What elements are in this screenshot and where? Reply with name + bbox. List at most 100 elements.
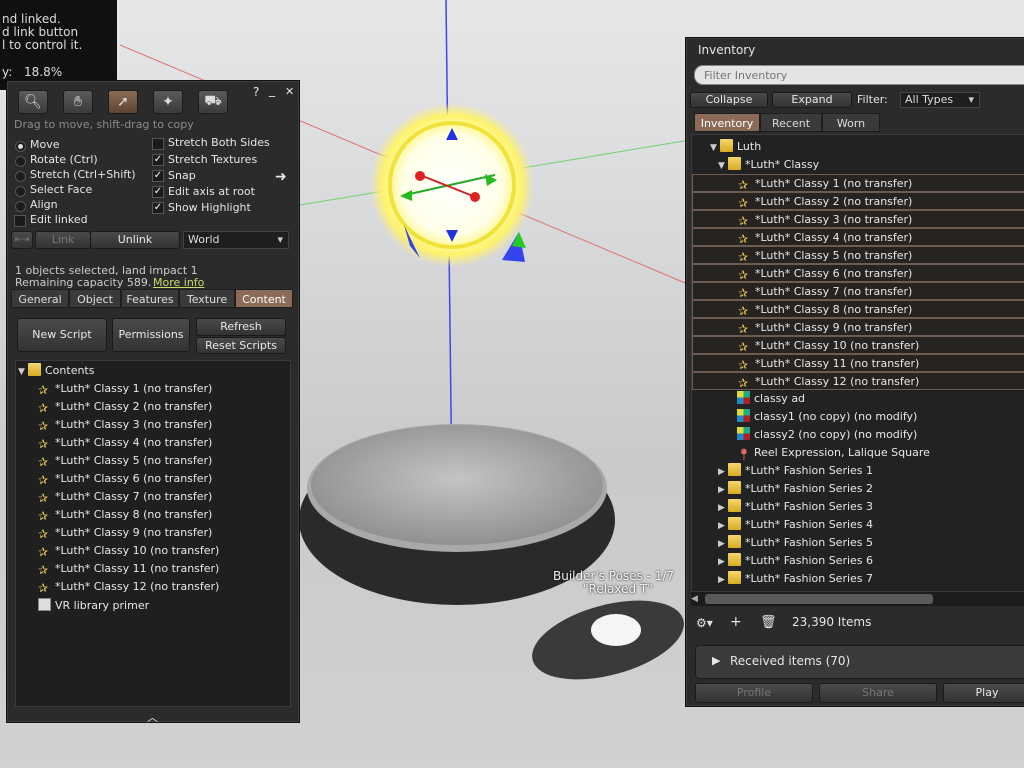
inventory-item[interactable]: ✰ *Luth* Classy 5 (no transfer) (692, 246, 1024, 264)
expand-arrow-icon[interactable]: ▶ (712, 654, 720, 667)
share-button[interactable]: Share (819, 683, 937, 703)
trash-icon[interactable]: 🗑︎ (760, 615, 777, 630)
inventory-item[interactable]: ✰ *Luth* Classy 11 (no transfer) (692, 354, 1024, 372)
show-highlight-checkbox[interactable]: ✓ (152, 202, 164, 214)
expand-arrow-icon[interactable]: ▶ (718, 553, 728, 571)
list-item[interactable]: ✰ *Luth* Classy 6 (no transfer) (38, 470, 212, 488)
add-icon[interactable]: + (730, 614, 742, 630)
scroll-left-icon[interactable]: ◀ (691, 592, 698, 606)
tab-features[interactable]: Features (121, 289, 179, 308)
inventory-item[interactable]: classy2 (no copy) (no modify) (737, 426, 917, 444)
expand-up-icon[interactable]: ︿ (147, 709, 158, 725)
minimize-button[interactable]: _ (269, 83, 275, 97)
contents-list[interactable]: ▼ Contents ✰ *Luth* Classy 1 (no transfer)… (15, 360, 291, 707)
stretch-textures-checkbox[interactable]: ✓ (152, 154, 164, 166)
folder-row[interactable]: ▶ *Luth* Fashion Series 7 (718, 570, 873, 588)
folder-luth-row[interactable]: ▼ Luth (710, 138, 761, 156)
inventory-item[interactable]: ✰ *Luth* Classy 10 (no transfer) (692, 336, 1024, 354)
folder-classy-row[interactable]: ▼ *Luth* Classy (718, 156, 819, 174)
expand-arrow-icon[interactable]: ▶ (718, 481, 728, 499)
expand-arrow-icon[interactable]: ▶ (718, 517, 728, 535)
folder-row[interactable]: ▶ *Luth* Fashion Series 3 (718, 498, 873, 516)
collapse-arrow-icon[interactable]: ▼ (710, 139, 720, 157)
close-button[interactable]: ✕ (285, 85, 294, 98)
radio-align[interactable] (15, 201, 26, 212)
edit-axis-checkbox[interactable]: ✓ (152, 186, 164, 198)
radio-move[interactable] (15, 141, 26, 152)
folder-row[interactable]: ▶ *Luth* Fashion Series 6 (718, 552, 873, 570)
expand-arrow-icon[interactable]: ▶ (718, 535, 728, 553)
unlink-button[interactable]: Unlink (90, 231, 180, 249)
expand-arrow-icon[interactable]: ▶ (718, 571, 728, 589)
focus-tool-button[interactable]: 🔍︎ (18, 90, 48, 114)
folder-row[interactable]: ▶ *Luth* Fashion Series 5 (718, 534, 873, 552)
inventory-item[interactable]: ✰ *Luth* Classy 8 (no transfer) (692, 300, 1024, 318)
collapse-arrow-icon[interactable]: ▼ (18, 363, 28, 381)
radio-stretch[interactable] (15, 171, 26, 182)
received-items-accordion[interactable]: ▶ Received items (70) (695, 645, 1024, 679)
tab-object[interactable]: Object (69, 289, 121, 308)
grab-tool-button[interactable]: ✋︎ (63, 90, 93, 114)
inventory-item[interactable]: ✰ *Luth* Classy 12 (no transfer) (692, 372, 1024, 390)
list-item[interactable]: ✰ *Luth* Classy 3 (no transfer) (38, 416, 212, 434)
edit-tool-button[interactable]: ➚ (108, 90, 138, 114)
new-script-button[interactable]: New Script (17, 318, 107, 352)
profile-button[interactable]: Profile (695, 683, 813, 703)
list-item[interactable]: ✰ *Luth* Classy 8 (no transfer) (38, 506, 212, 524)
list-item[interactable]: ✰ *Luth* Classy 7 (no transfer) (38, 488, 212, 506)
inventory-item[interactable]: ✰ *Luth* Classy 6 (no transfer) (692, 264, 1024, 282)
folder-row[interactable]: ▶ *Luth* Fashion Series 1 (718, 462, 873, 480)
folder-row[interactable]: ▶ *Luth* Fashion Series 4 (718, 516, 873, 534)
expand-arrow-icon[interactable]: ▶ (718, 463, 728, 481)
radio-rotate[interactable] (15, 156, 26, 167)
edit-linked-checkbox[interactable] (14, 215, 26, 227)
list-item[interactable]: ✰ *Luth* Classy 2 (no transfer) (38, 398, 212, 416)
tab-general[interactable]: General (11, 289, 69, 308)
expand-button[interactable]: Expand (772, 92, 852, 108)
snap-checkbox[interactable]: ✓ (152, 170, 164, 182)
inventory-item[interactable]: ✰ *Luth* Classy 2 (no transfer) (692, 192, 1024, 210)
list-item[interactable]: ✰ *Luth* Classy 9 (no transfer) (38, 524, 212, 542)
link-arrows-button[interactable]: ⇤⇥ (11, 231, 33, 249)
stretch-both-checkbox[interactable] (152, 138, 164, 150)
create-tool-button[interactable]: ✦ (153, 90, 183, 114)
list-item[interactable]: ✰ *Luth* Classy 1 (no transfer) (38, 380, 212, 398)
filter-type-dropdown[interactable]: All Types (900, 92, 980, 108)
collapse-button[interactable]: Collapse (690, 92, 768, 108)
list-item[interactable]: ✰ *Luth* Classy 5 (no transfer) (38, 452, 212, 470)
inventory-item[interactable]: classy ad (737, 390, 805, 408)
list-item[interactable]: VR library primer (38, 597, 149, 615)
radio-select-face[interactable] (15, 186, 26, 197)
inventory-item[interactable]: ✰ *Luth* Classy 9 (no transfer) (692, 318, 1024, 336)
reset-scripts-button[interactable]: Reset Scripts (196, 337, 286, 354)
land-tool-button[interactable]: ⛟ (198, 90, 228, 114)
more-info-link[interactable]: More info (153, 276, 204, 289)
list-item[interactable]: ✰ *Luth* Classy 11 (no transfer) (38, 560, 219, 578)
inventory-item[interactable]: ✰ *Luth* Classy 1 (no transfer) (692, 174, 1024, 192)
permissions-button[interactable]: Permissions (112, 318, 190, 352)
list-item[interactable]: ✰ *Luth* Classy 4 (no transfer) (38, 434, 212, 452)
gear-icon[interactable]: ⚙▾ (696, 616, 713, 630)
tab-texture[interactable]: Texture (179, 289, 235, 308)
right-arrow-icon[interactable]: ➜ (275, 169, 287, 185)
inventory-tree[interactable]: ▼ Luth ▼ *Luth* Classy ✰ *Luth* Classy 1 (n… (691, 134, 1024, 592)
tab-inventory[interactable]: Inventory (694, 113, 760, 132)
folder-row[interactable]: ▶ *Luth* Fashion Series 2 (718, 480, 873, 498)
ruler-dropdown[interactable]: World (183, 231, 289, 249)
inventory-item[interactable]: ✰ *Luth* Classy 4 (no transfer) (692, 228, 1024, 246)
inventory-item[interactable]: 📍︎ Reel Expression, Lalique Square (737, 444, 930, 462)
filter-inventory-input[interactable] (694, 65, 1024, 85)
link-button[interactable]: Link (35, 231, 91, 249)
collapse-arrow-icon[interactable]: ▼ (718, 157, 728, 175)
inventory-item[interactable]: ✰ *Luth* Classy 3 (no transfer) (692, 210, 1024, 228)
contents-folder-row[interactable]: ▼ Contents (18, 362, 94, 380)
help-button[interactable]: ? (253, 85, 259, 99)
tab-worn[interactable]: Worn (822, 113, 880, 132)
refresh-button[interactable]: Refresh (196, 318, 286, 336)
expand-arrow-icon[interactable]: ▶ (718, 499, 728, 517)
list-item[interactable]: ✰ *Luth* Classy 12 (no transfer) (38, 578, 219, 596)
inventory-item[interactable]: classy1 (no copy) (no modify) (737, 408, 917, 426)
horizontal-scrollbar[interactable]: ◀ (691, 592, 1024, 606)
inventory-item[interactable]: ✰ *Luth* Classy 7 (no transfer) (692, 282, 1024, 300)
list-item[interactable]: ✰ *Luth* Classy 10 (no transfer) (38, 542, 219, 560)
